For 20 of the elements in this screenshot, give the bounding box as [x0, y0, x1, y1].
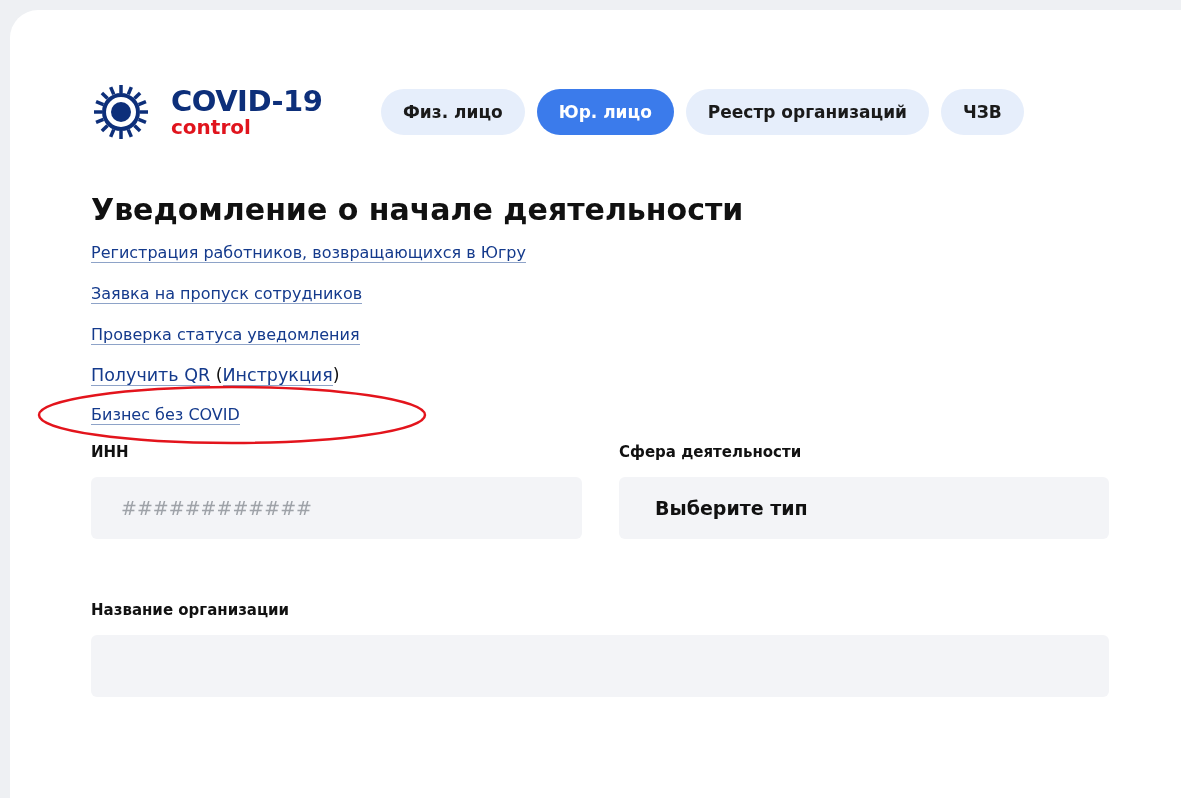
link[interactable]: Заявка на пропуск сотрудников — [91, 284, 363, 304]
link[interactable]: Бизнес без COVID — [91, 405, 240, 425]
select-field[interactable]: Выберите тип — [619, 477, 1109, 539]
field-label: Название организации — [91, 601, 290, 619]
link-line: Получить QR (Инструкция) — [91, 364, 340, 388]
virus-logo-icon — [91, 82, 151, 142]
page-heading: Уведомление о начале деятельности — [91, 192, 745, 227]
field-label: ИНН — [91, 443, 129, 461]
input-field[interactable]: ############ — [91, 477, 582, 539]
logo-title: COVID-19 — [171, 87, 323, 116]
nav-tab[interactable]: Юр. лицо — [536, 89, 674, 135]
nav-tab[interactable]: ЧЗВ — [941, 89, 1024, 135]
link[interactable]: Проверка статуса уведомления — [91, 325, 360, 345]
nav-tab[interactable]: Физ. лицо — [381, 89, 525, 135]
link[interactable]: Регистрация работников, возвращающихся в Югру — [91, 243, 526, 263]
nav-tab[interactable]: Реестр организаций — [685, 89, 929, 135]
logo-subtitle: control — [171, 117, 252, 137]
link[interactable]: Получить QR — [91, 365, 211, 386]
link[interactable]: Инструкция — [222, 365, 333, 386]
field-label: Сфера деятельности — [619, 443, 802, 461]
